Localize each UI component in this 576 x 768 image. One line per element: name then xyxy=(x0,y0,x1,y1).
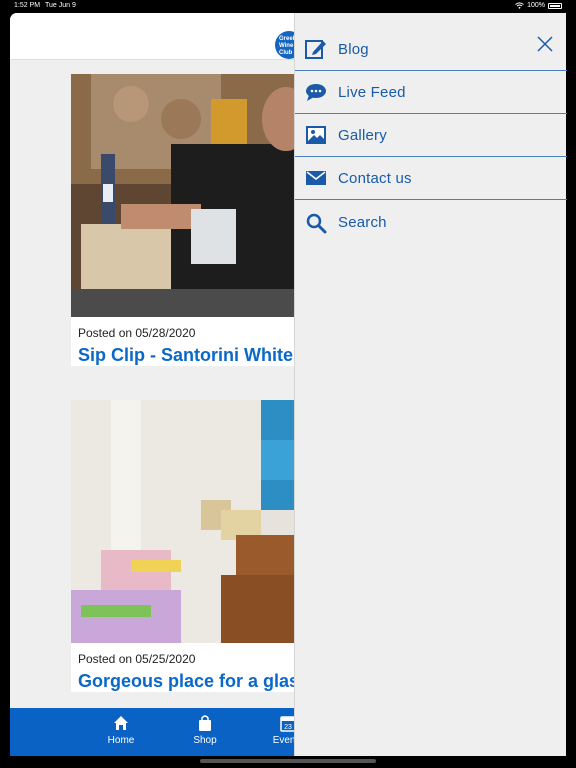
menu-item-blog[interactable]: Blog xyxy=(295,28,567,71)
tab-shop[interactable]: Shop xyxy=(175,708,235,756)
battery-icon xyxy=(548,2,562,9)
menu-label: Live Feed xyxy=(338,83,406,101)
menu-item-gallery[interactable]: Gallery xyxy=(295,114,567,157)
status-time: 1:52 PM xyxy=(14,2,41,9)
shopping-bag-icon xyxy=(199,715,211,731)
post-title[interactable]: Gorgeous place for a glass xyxy=(71,668,311,692)
post-date: Posted on 05/28/2020 xyxy=(78,326,196,340)
envelope-icon xyxy=(305,167,327,189)
blog-post-card[interactable]: Posted on 05/28/2020 Sip Clip - Santorin… xyxy=(71,74,311,366)
calendar-day: 23 xyxy=(284,724,292,731)
blog-post-card[interactable]: Posted on 05/25/2020 Gorgeous place for … xyxy=(71,400,311,692)
menu-item-contact-us[interactable]: Contact us xyxy=(295,157,567,200)
post-title[interactable]: Sip Clip - Santorini White xyxy=(71,342,311,366)
wifi-icon xyxy=(515,2,524,9)
status-bar: 1:52 PM Tue Jun 9 100% xyxy=(0,0,576,13)
battery-percent: 100% xyxy=(527,2,545,9)
tab-label: Shop xyxy=(193,735,217,746)
search-icon xyxy=(305,212,327,234)
post-date: Posted on 05/25/2020 xyxy=(78,652,196,666)
chat-bubble-icon xyxy=(305,81,327,103)
menu-label: Gallery xyxy=(338,126,387,144)
edit-icon xyxy=(305,38,327,60)
status-date: Tue Jun 9 xyxy=(45,2,76,9)
tab-label: Home xyxy=(107,735,135,746)
post-image xyxy=(71,400,311,643)
menu-item-search[interactable]: Search xyxy=(295,201,567,244)
home-indicator[interactable] xyxy=(200,759,376,763)
tab-home[interactable]: Home xyxy=(91,708,151,756)
status-right: 100% xyxy=(515,2,562,9)
menu-item-live-feed[interactable]: Live Feed xyxy=(295,71,567,114)
menu-label: Contact us xyxy=(338,169,412,187)
menu-label: Search xyxy=(338,214,387,231)
image-icon xyxy=(305,124,327,146)
post-image xyxy=(71,74,311,317)
home-icon xyxy=(114,716,128,730)
menu-label: Blog xyxy=(338,40,369,58)
side-menu-drawer: Blog Live Feed Gallery Contact us Search xyxy=(294,13,567,756)
